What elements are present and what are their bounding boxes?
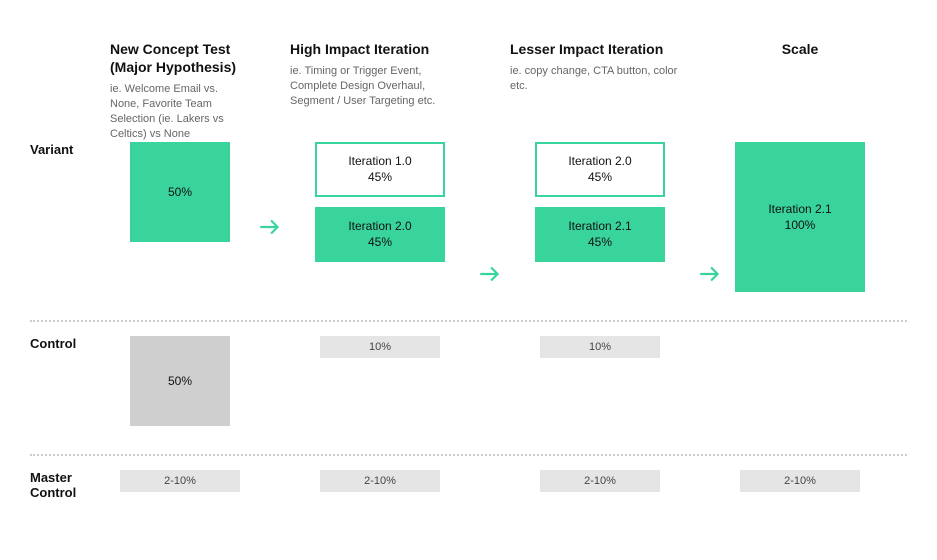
scale-box: Iteration 2.1 100%: [735, 142, 865, 292]
master-control-row: Master Control 2-10% 2-10% 2-10% 2-10%: [30, 470, 907, 520]
col-subtitle: ie. copy change, CTA button, color etc.: [510, 64, 690, 94]
row-label-master: Master Control: [30, 470, 110, 501]
master-c4: 2-10%: [730, 470, 870, 492]
iteration-name: Iteration 2.0: [348, 219, 411, 233]
iteration-box-solid: Iteration 2.0 45%: [315, 207, 445, 262]
pct-label: 50%: [168, 374, 192, 388]
divider: [30, 320, 907, 322]
pct-label: 10%: [589, 341, 611, 353]
arrow-icon: [690, 142, 730, 312]
col-title: New Concept Test (Major Hypothesis): [110, 40, 250, 76]
master-c1: 2-10%: [110, 470, 250, 492]
iteration-box-outline: Iteration 2.0 45%: [535, 142, 665, 197]
col-header-lesser-impact: Lesser Impact Iteration ie. copy change,…: [510, 40, 690, 135]
col-header-high-impact: High Impact Iteration ie. Timing or Trig…: [290, 40, 470, 135]
pct-label: 45%: [588, 235, 612, 249]
col-subtitle: ie. Timing or Trigger Event, Complete De…: [290, 64, 470, 109]
master-c2: 2-10%: [290, 470, 470, 492]
col-header-scale: Scale: [730, 40, 870, 135]
control-bar: 10%: [540, 336, 660, 358]
variant-c4: Iteration 2.1 100%: [730, 142, 870, 292]
variant-c2: Iteration 1.0 45% Iteration 2.0 45%: [290, 142, 470, 262]
pct-label: 100%: [785, 218, 816, 232]
variant-box-50: 50%: [130, 142, 230, 242]
variant-row: Variant 50% Iteration 1.0 45% Iteration …: [30, 142, 907, 312]
col-title: Lesser Impact Iteration: [510, 40, 690, 58]
pct-label: 2-10%: [164, 475, 196, 487]
pct-label: 45%: [588, 170, 612, 184]
master-bar: 2-10%: [320, 470, 440, 492]
col-title: High Impact Iteration: [290, 40, 470, 58]
row-label-variant: Variant: [30, 142, 110, 157]
master-c3: 2-10%: [510, 470, 690, 492]
control-c1: 50%: [110, 336, 250, 426]
iteration-name: Iteration 2.1: [768, 202, 831, 216]
iteration-name: Iteration 2.1: [568, 219, 631, 233]
iteration-name: Iteration 1.0: [348, 154, 411, 168]
control-c3: 10%: [510, 336, 690, 358]
col-subtitle: ie. Welcome Email vs. None, Favorite Tea…: [110, 82, 250, 141]
col-header-new-concept: New Concept Test (Major Hypothesis) ie. …: [110, 40, 250, 142]
arrow-icon: [470, 142, 510, 312]
control-bar: 10%: [320, 336, 440, 358]
pct-label: 45%: [368, 235, 392, 249]
diagram-root: New Concept Test (Major Hypothesis) ie. …: [0, 0, 937, 540]
pct-label: 45%: [368, 170, 392, 184]
col-title: Scale: [730, 40, 870, 58]
iteration-box-solid: Iteration 2.1 45%: [535, 207, 665, 262]
row-label-control: Control: [30, 336, 110, 351]
pct-label: 2-10%: [784, 475, 816, 487]
arrow-icon: [250, 142, 290, 312]
iteration-name: Iteration 2.0: [568, 154, 631, 168]
master-bar: 2-10%: [540, 470, 660, 492]
variant-c3: Iteration 2.0 45% Iteration 2.1 45%: [510, 142, 690, 262]
pct-label: 2-10%: [364, 475, 396, 487]
header-row: New Concept Test (Major Hypothesis) ie. …: [30, 40, 907, 142]
pct-label: 10%: [369, 341, 391, 353]
master-bar: 2-10%: [120, 470, 240, 492]
control-box-50: 50%: [130, 336, 230, 426]
control-c2: 10%: [290, 336, 470, 358]
master-bar: 2-10%: [740, 470, 860, 492]
control-row: Control 50% 10% 10%: [30, 336, 907, 446]
pct-label: 2-10%: [584, 475, 616, 487]
divider: [30, 454, 907, 456]
iteration-box-outline: Iteration 1.0 45%: [315, 142, 445, 197]
variant-c1: 50%: [110, 142, 250, 242]
pct-label: 50%: [168, 185, 192, 199]
